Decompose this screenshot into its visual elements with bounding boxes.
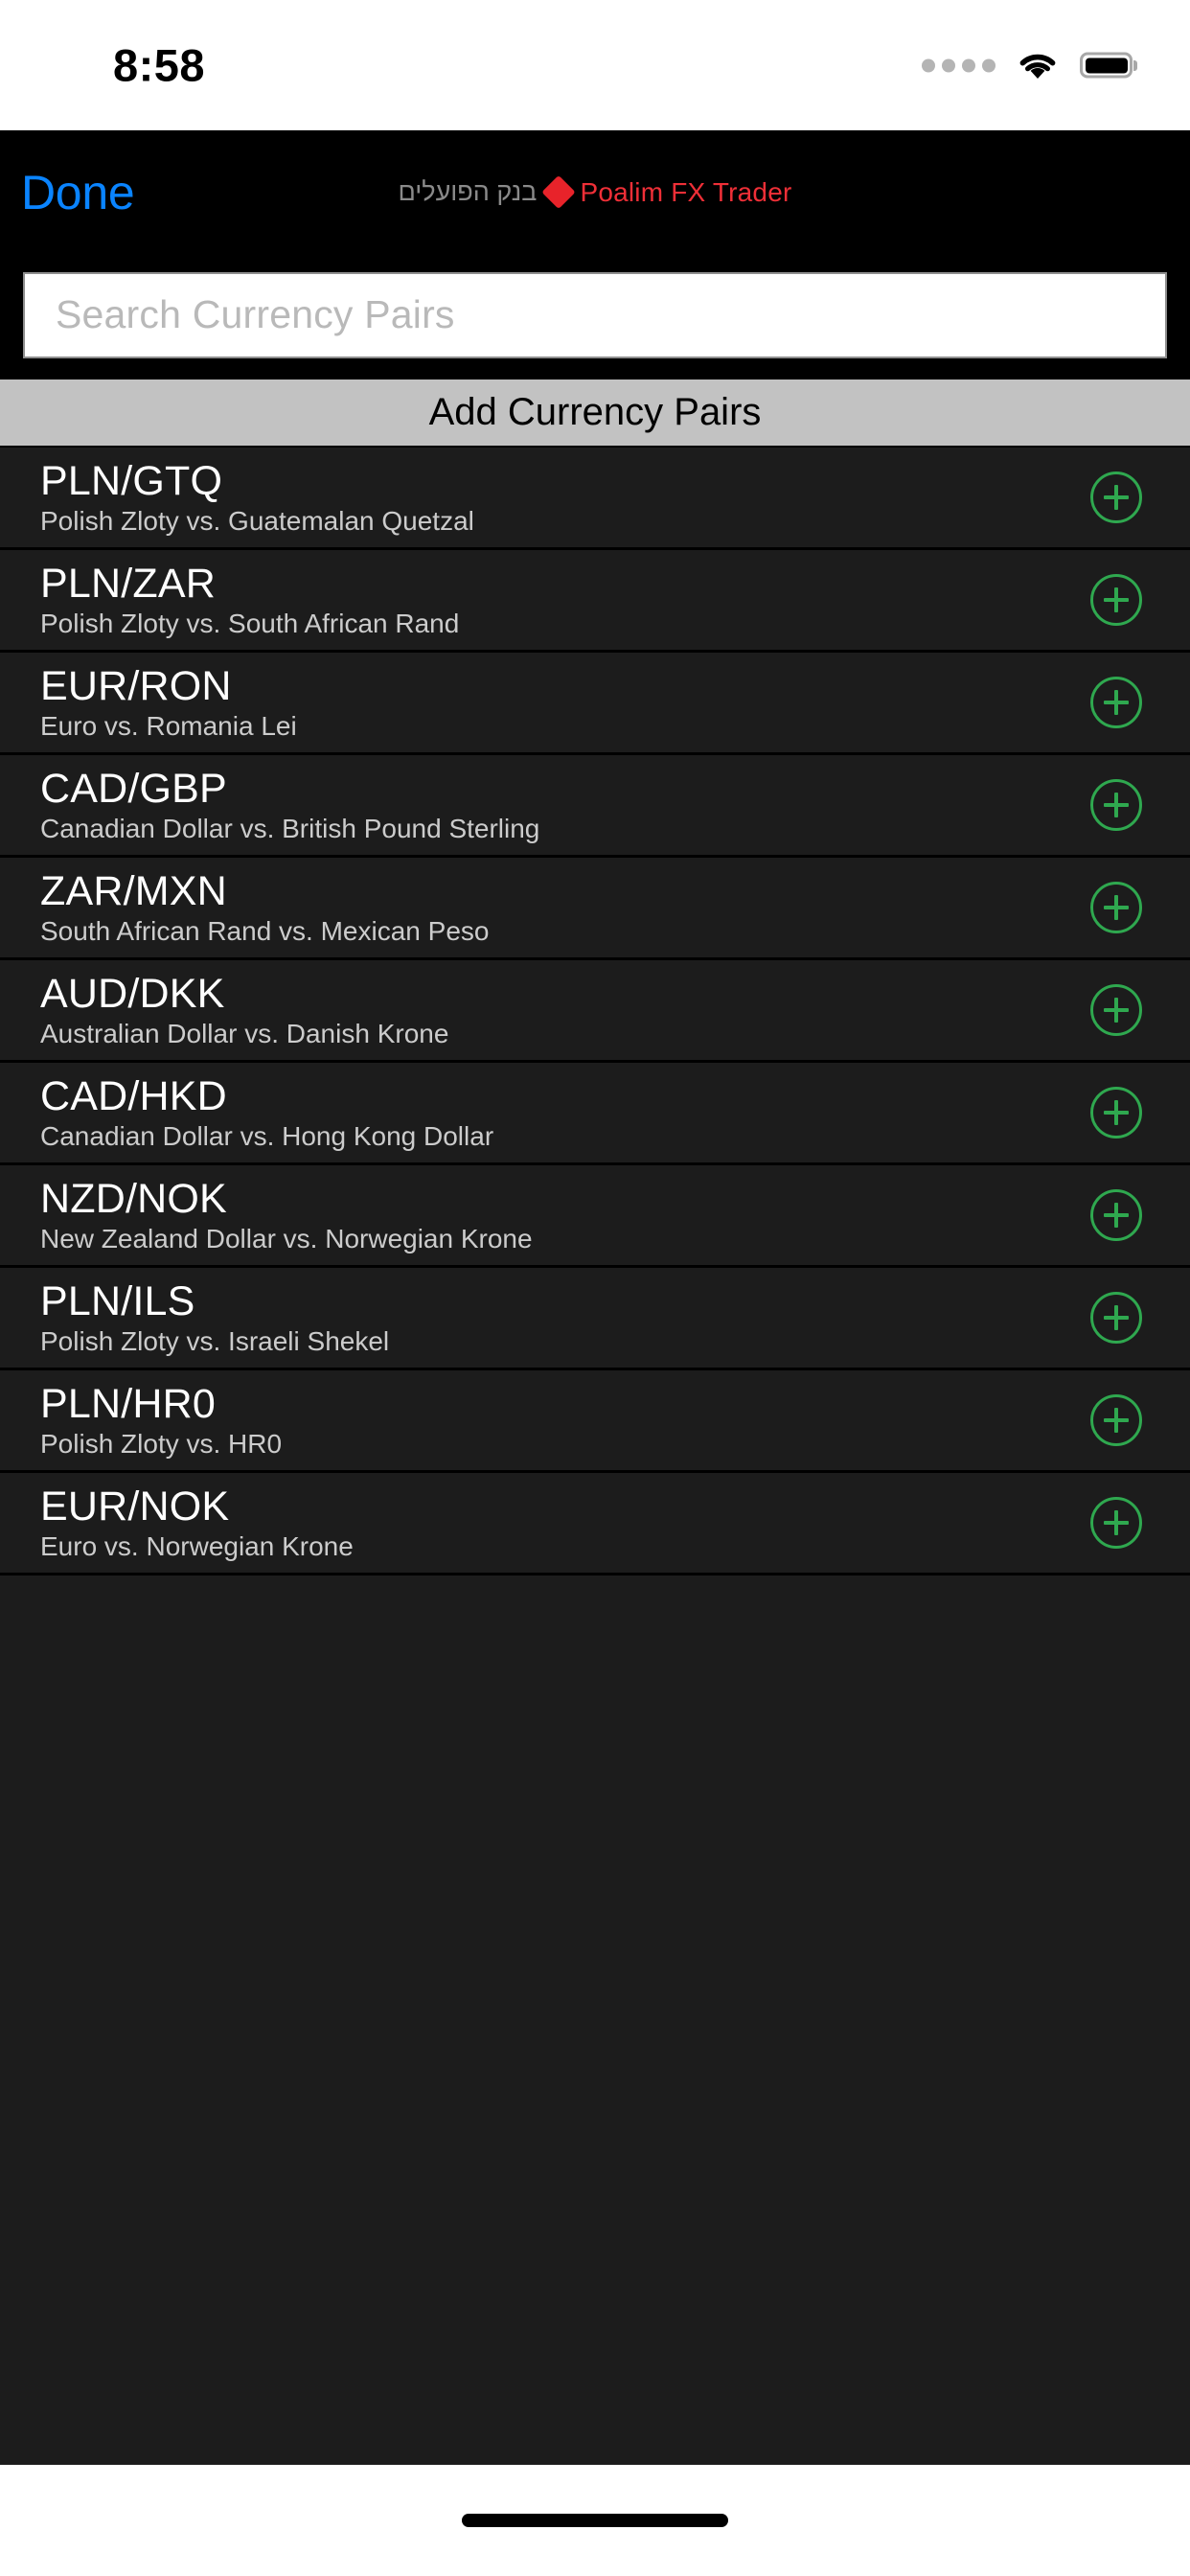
currency-pair-info: PLN/ZAR Polish Zloty vs. South African Ra…	[40, 560, 1090, 638]
app-title-hebrew: בנק הפועלים	[398, 177, 538, 206]
currency-pair-symbol: EUR/RON	[40, 662, 232, 709]
table-row[interactable]: EUR/RON Euro vs. Romania Lei	[0, 653, 1190, 755]
currency-pair-description: Euro vs. Norwegian Krone	[40, 1530, 354, 1561]
plus-circle-icon[interactable]	[1090, 779, 1142, 831]
app-screen: 8:58 Done בנק הפועלים Poalim FX Trader S…	[0, 0, 1190, 2576]
battery-full-icon	[1080, 52, 1133, 79]
currency-pair-symbol: CAD/HKD	[40, 1072, 227, 1119]
navigation-bar: Done בנק הפועלים Poalim FX Trader	[0, 130, 1190, 254]
currency-pair-info: PLN/HR0 Polish Zloty vs. HR0	[40, 1380, 1090, 1459]
currency-pair-symbol: PLN/HR0	[40, 1380, 217, 1427]
done-button[interactable]: Done	[21, 165, 135, 220]
plus-circle-icon[interactable]	[1090, 1497, 1142, 1549]
app-title-english: Poalim FX Trader	[580, 176, 792, 207]
search-placeholder: Search Currency Pairs	[56, 292, 455, 336]
currency-pair-info: NZD/NOK New Zealand Dollar vs. Norwegian …	[40, 1175, 1090, 1254]
signal-dots-icon	[922, 58, 995, 72]
table-row[interactable]: CAD/HKD Canadian Dollar vs. Hong Kong Dol…	[0, 1063, 1190, 1165]
plus-circle-icon[interactable]	[1090, 677, 1142, 728]
app-title: בנק הפועלים Poalim FX Trader	[398, 174, 792, 210]
table-row[interactable]: AUD/DKK Australian Dollar vs. Danish Kron…	[0, 960, 1190, 1063]
status-bar: 8:58	[0, 0, 1190, 130]
currency-pair-description: South African Rand vs. Mexican Peso	[40, 915, 490, 946]
currency-pair-list[interactable]: PLN/GTQ Polish Zloty vs. Guatemalan Quetz…	[0, 446, 1190, 2465]
currency-pair-symbol: PLN/ILS	[40, 1277, 195, 1324]
currency-pair-info: CAD/GBP Canadian Dollar vs. British Pound…	[40, 765, 1090, 843]
table-row[interactable]: EUR/NOK Euro vs. Norwegian Krone	[0, 1473, 1190, 1576]
currency-pair-info: EUR/RON Euro vs. Romania Lei	[40, 662, 1090, 741]
currency-pair-description: Canadian Dollar vs. Hong Kong Dollar	[40, 1120, 494, 1151]
currency-pair-description: Polish Zloty vs. HR0	[40, 1428, 283, 1459]
currency-pair-symbol: AUD/DKK	[40, 970, 225, 1017]
plus-circle-icon[interactable]	[1090, 1087, 1142, 1138]
plus-circle-icon[interactable]	[1090, 984, 1142, 1036]
currency-pair-description: Polish Zloty vs. Guatemalan Quetzal	[40, 505, 474, 536]
currency-pair-info: AUD/DKK Australian Dollar vs. Danish Kron…	[40, 970, 1090, 1048]
currency-pair-symbol: PLN/ZAR	[40, 560, 216, 607]
list-bottom-spacer	[0, 1576, 1190, 1616]
currency-pair-description: Canadian Dollar vs. British Pound Sterli…	[40, 813, 540, 843]
search-input[interactable]: Search Currency Pairs	[23, 271, 1167, 358]
currency-pair-symbol: EUR/NOK	[40, 1483, 230, 1530]
section-header-add-currency-pairs: Add Currency Pairs	[0, 376, 1190, 446]
currency-pair-info: EUR/NOK Euro vs. Norwegian Krone	[40, 1483, 1090, 1561]
plus-circle-icon[interactable]	[1090, 1189, 1142, 1241]
currency-pair-description: New Zealand Dollar vs. Norwegian Krone	[40, 1223, 533, 1254]
status-bar-indicators	[922, 50, 1133, 81]
currency-pair-symbol: PLN/GTQ	[40, 457, 223, 504]
table-row[interactable]: PLN/HR0 Polish Zloty vs. HR0	[0, 1370, 1190, 1473]
currency-pair-symbol: ZAR/MXN	[40, 867, 227, 914]
currency-pair-info: ZAR/MXN South African Rand vs. Mexican Pe…	[40, 867, 1090, 946]
table-row[interactable]: NZD/NOK New Zealand Dollar vs. Norwegian …	[0, 1165, 1190, 1268]
section-header-label: Add Currency Pairs	[428, 391, 762, 433]
search-bar-container: Search Currency Pairs	[0, 254, 1190, 376]
table-row[interactable]: PLN/ILS Polish Zloty vs. Israeli Shekel	[0, 1268, 1190, 1370]
table-row[interactable]: CAD/GBP Canadian Dollar vs. British Pound…	[0, 755, 1190, 858]
plus-circle-icon[interactable]	[1090, 1394, 1142, 1446]
table-row[interactable]: ZAR/MXN South African Rand vs. Mexican Pe…	[0, 858, 1190, 960]
currency-pair-description: Australian Dollar vs. Danish Krone	[40, 1018, 449, 1048]
home-indicator-area	[0, 2465, 1190, 2576]
currency-pair-description: Euro vs. Romania Lei	[40, 710, 297, 741]
home-indicator-bar[interactable]	[462, 2514, 728, 2527]
wifi-icon	[1019, 54, 1056, 79]
currency-pair-symbol: CAD/GBP	[40, 765, 227, 812]
currency-pair-description: Polish Zloty vs. South African Rand	[40, 608, 460, 638]
plus-circle-icon[interactable]	[1090, 882, 1142, 933]
currency-pair-info: PLN/ILS Polish Zloty vs. Israeli Shekel	[40, 1277, 1090, 1356]
currency-pair-info: CAD/HKD Canadian Dollar vs. Hong Kong Dol…	[40, 1072, 1090, 1151]
currency-pair-description: Polish Zloty vs. Israeli Shekel	[40, 1325, 390, 1356]
currency-pair-info: PLN/GTQ Polish Zloty vs. Guatemalan Quetz…	[40, 457, 1090, 536]
plus-circle-icon[interactable]	[1090, 1292, 1142, 1344]
currency-pair-symbol: NZD/NOK	[40, 1175, 227, 1222]
table-row[interactable]: PLN/GTQ Polish Zloty vs. Guatemalan Quetz…	[0, 448, 1190, 550]
plus-circle-icon[interactable]	[1090, 574, 1142, 626]
red-diamond-logo-icon	[541, 174, 576, 210]
plus-circle-icon[interactable]	[1090, 472, 1142, 523]
status-bar-time: 8:58	[113, 39, 206, 91]
table-row[interactable]: PLN/ZAR Polish Zloty vs. South African Ra…	[0, 550, 1190, 653]
